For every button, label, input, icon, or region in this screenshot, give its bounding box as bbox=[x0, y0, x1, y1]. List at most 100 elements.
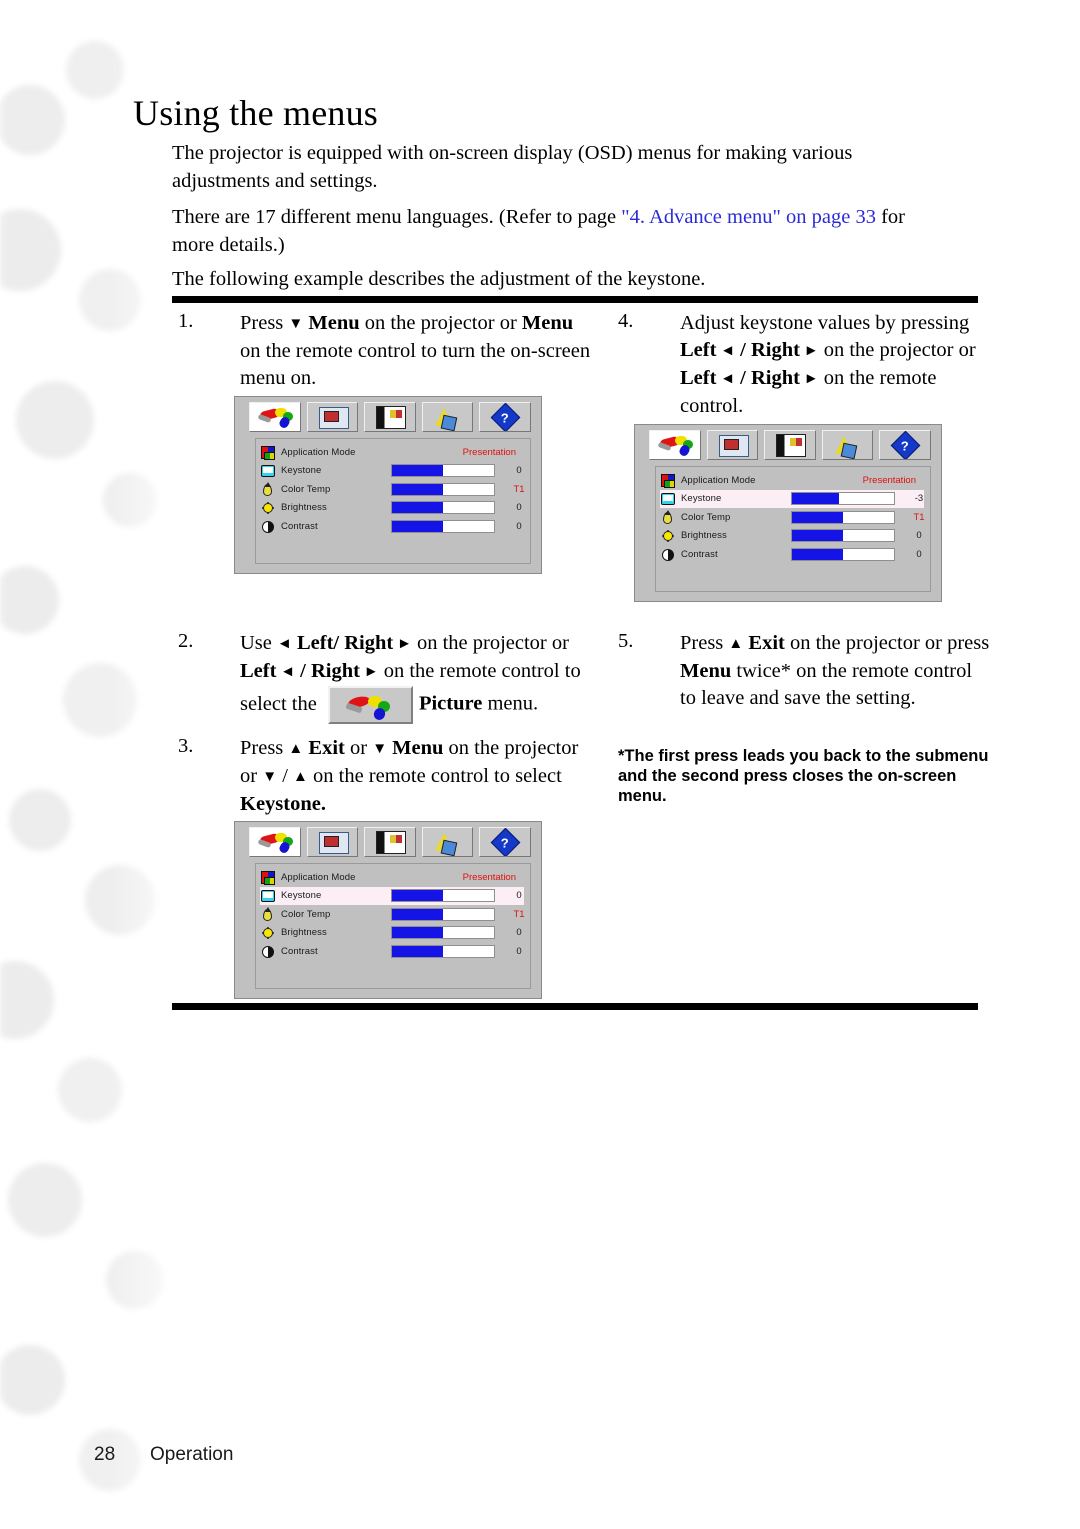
step-5-text: Press ▲ Exit on the projector or press M… bbox=[680, 630, 990, 712]
osd-label: Keystone bbox=[281, 890, 322, 902]
osd-slider[interactable] bbox=[391, 464, 495, 478]
osd-source-tab[interactable] bbox=[764, 430, 816, 460]
direction-arrow-icon: ◄ bbox=[716, 343, 736, 359]
direction-arrow-icon: ▼ bbox=[372, 741, 388, 757]
osd-label: Color Temp bbox=[681, 511, 731, 523]
body-text: Adjust keystone values by pressing bbox=[680, 312, 970, 334]
osd-row-color-temp[interactable]: Color Temp T1 bbox=[260, 905, 525, 924]
footer-section-label: Operation bbox=[150, 1444, 234, 1465]
picture-tab-icon bbox=[257, 832, 294, 855]
step-1-number: 1. bbox=[178, 310, 194, 332]
advance-menu-link[interactable]: "4. Advance menu" on page 33 bbox=[621, 206, 876, 228]
osd-row-keystone[interactable]: Keystone 0 bbox=[260, 462, 524, 481]
picture-tab-icon bbox=[257, 407, 294, 430]
direction-arrow-icon: ▲ bbox=[288, 741, 304, 757]
osd-label: Contrast bbox=[281, 520, 318, 532]
osd-slider[interactable] bbox=[791, 547, 895, 561]
page-title: Using the menus bbox=[133, 93, 378, 133]
osd-slider[interactable] bbox=[391, 926, 495, 940]
footnote-text: *The first press leads you back to the s… bbox=[618, 747, 989, 805]
step-1-text: Press ▼ Menu on the projector or Menu on… bbox=[240, 310, 598, 392]
step-3-number: 3. bbox=[178, 735, 194, 757]
body-text: Press bbox=[680, 632, 729, 654]
osd-row-application-mode[interactable]: Application Mode Presentation bbox=[260, 868, 524, 887]
pro-tab-icon bbox=[318, 832, 349, 854]
step-3-text: Press ▲ Exit or ▼ Menu on the projector … bbox=[240, 735, 598, 818]
osd-row-application-mode[interactable]: Application Mode Presentation bbox=[260, 443, 524, 462]
osd-slider[interactable] bbox=[391, 482, 495, 496]
osd-row-application-mode[interactable]: Application Mode Presentation bbox=[660, 471, 924, 490]
osd-value: 0 bbox=[516, 945, 522, 957]
emphasis-text: Menu bbox=[680, 660, 732, 682]
advance-tab-icon bbox=[434, 408, 453, 426]
color-temp-icon bbox=[660, 509, 676, 525]
brightness-icon bbox=[660, 528, 676, 543]
osd-row-color-temp[interactable]: Color Temp T1 bbox=[660, 508, 925, 527]
osd-help-tab[interactable]: ? bbox=[479, 402, 531, 432]
emphasis-text: Left bbox=[680, 367, 717, 389]
osd-value: 0 bbox=[516, 502, 522, 514]
osd-label: Keystone bbox=[681, 493, 722, 505]
osd-tab-bar: ? bbox=[649, 430, 931, 462]
body-text: on the projector or bbox=[411, 632, 569, 654]
osd-slider[interactable] bbox=[791, 492, 895, 506]
osd-source-tab[interactable] bbox=[364, 402, 416, 432]
osd-row-contrast[interactable]: Contrast 0 bbox=[260, 517, 524, 536]
osd-value: 0 bbox=[516, 890, 522, 902]
osd-slider[interactable] bbox=[391, 907, 495, 921]
osd-slider[interactable] bbox=[391, 889, 495, 903]
intro-paragraph-1: The projector is equipped with on-screen… bbox=[172, 142, 853, 192]
direction-arrow-icon: ◄ bbox=[716, 371, 736, 387]
color-temp-icon bbox=[260, 906, 276, 922]
direction-arrow-icon: ▲ bbox=[293, 769, 308, 785]
help-tab-icon: ? bbox=[891, 431, 921, 459]
osd-advance-tab[interactable] bbox=[421, 402, 474, 432]
osd-row-keystone[interactable]: Keystone -3 bbox=[660, 489, 924, 508]
osd-pro-tab[interactable] bbox=[306, 827, 359, 857]
picture-menu-icon[interactable] bbox=[327, 686, 413, 724]
osd-label: Contrast bbox=[281, 945, 318, 957]
contrast-icon bbox=[660, 547, 676, 562]
osd-row-color-temp[interactable]: Color Temp T1 bbox=[260, 480, 525, 499]
osd-row-contrast[interactable]: Contrast 0 bbox=[260, 942, 524, 961]
osd-menu-panel: Application Mode Presentation Keystone -3 Co… bbox=[655, 466, 931, 592]
osd-pro-tab[interactable] bbox=[706, 430, 759, 460]
emphasis-text: Exit bbox=[303, 737, 345, 759]
osd-help-tab[interactable]: ? bbox=[879, 430, 931, 460]
osd-row-brightness[interactable]: Brightness 0 bbox=[660, 527, 924, 546]
direction-arrow-icon: ► bbox=[799, 371, 819, 387]
osd-row-contrast[interactable]: Contrast 0 bbox=[660, 545, 924, 564]
direction-arrow-icon: ► bbox=[393, 636, 412, 652]
osd-slider[interactable] bbox=[391, 519, 495, 533]
osd-slider[interactable] bbox=[791, 510, 895, 524]
osd-row-brightness[interactable]: Brightness 0 bbox=[260, 499, 524, 518]
step-2-number: 2. bbox=[178, 630, 194, 652]
osd-advance-tab[interactable] bbox=[821, 430, 874, 460]
emphasis-text: Keystone. bbox=[240, 793, 326, 815]
brightness-icon bbox=[260, 925, 276, 940]
osd-picture-tab[interactable] bbox=[649, 430, 701, 460]
osd-row-keystone[interactable]: Keystone 0 bbox=[260, 886, 524, 905]
osd-picture-tab[interactable] bbox=[249, 827, 301, 857]
source-tab-icon bbox=[776, 434, 807, 457]
osd-slider[interactable] bbox=[791, 529, 895, 543]
osd-label: Application Mode bbox=[281, 871, 356, 883]
osd-help-tab[interactable]: ? bbox=[479, 827, 531, 857]
osd-slider[interactable] bbox=[391, 501, 495, 515]
osd-screenshot-step-3: ? Application Mode Presentation Keystone 0 Co… bbox=[234, 821, 542, 999]
osd-picture-tab[interactable] bbox=[249, 402, 301, 432]
osd-slider[interactable] bbox=[391, 944, 495, 958]
body-text: / bbox=[277, 765, 294, 787]
osd-source-tab[interactable] bbox=[364, 827, 416, 857]
osd-value: T1 bbox=[513, 483, 525, 495]
osd-advance-tab[interactable] bbox=[421, 827, 474, 857]
osd-pro-tab[interactable] bbox=[306, 402, 359, 432]
emphasis-text: Left bbox=[680, 339, 717, 361]
body-text: or bbox=[344, 737, 373, 759]
osd-application-mode-value: Presentation bbox=[862, 474, 916, 486]
osd-row-brightness[interactable]: Brightness 0 bbox=[260, 924, 524, 943]
osd-label: Application Mode bbox=[281, 446, 356, 458]
source-tab-icon bbox=[376, 831, 407, 854]
osd-value: -3 bbox=[914, 493, 924, 505]
intro-p2-before: There are 17 different menu languages. (… bbox=[172, 206, 622, 228]
